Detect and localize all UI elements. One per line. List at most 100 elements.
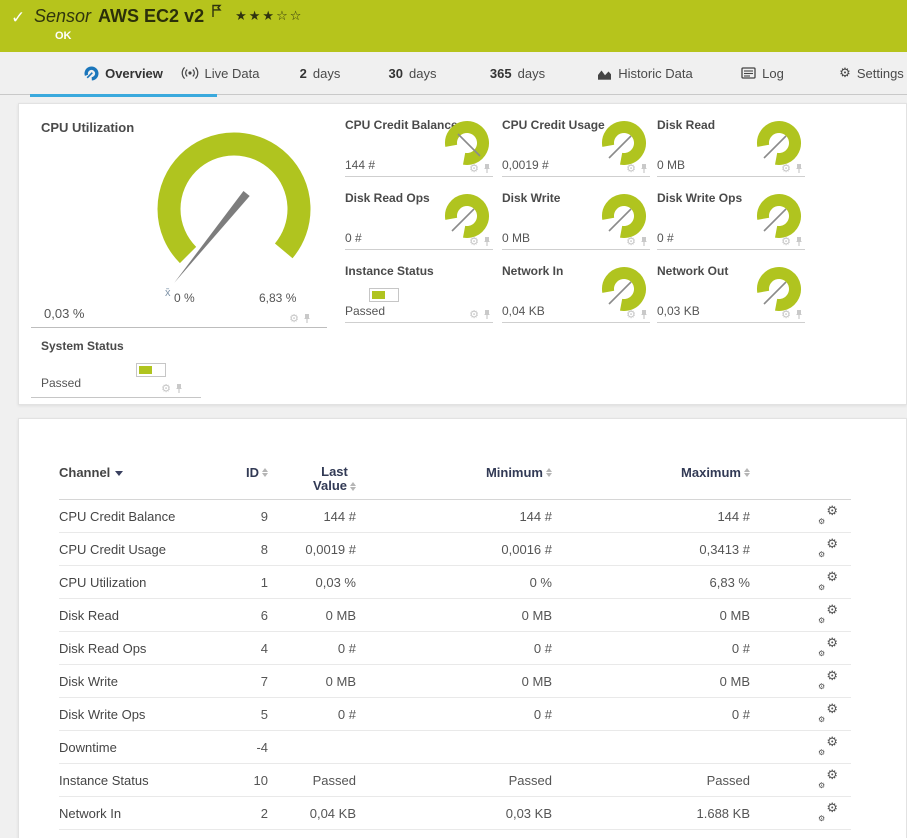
pin-icon[interactable] (483, 309, 491, 320)
cell-minimum: 0 MB (521, 673, 552, 689)
cell-last-value: 0 MB (325, 673, 356, 689)
tile-disk-read-ops[interactable]: Disk Read Ops 0 # ⚙ (345, 187, 493, 250)
tab-365-days[interactable]: 365 days (470, 52, 565, 94)
cell-id: 1 (260, 574, 268, 590)
pin-icon[interactable] (303, 313, 311, 324)
flag-icon[interactable] (211, 4, 222, 23)
small-gauge (602, 194, 646, 238)
channel-gear-icon[interactable]: ⚙ (626, 236, 636, 247)
tab-2-days[interactable]: 2 days (280, 52, 360, 94)
tile-icons: ⚙ (469, 236, 491, 247)
tile-cpu-utilization[interactable]: CPU Utilization x̄ 0 % 6,83 % 0,03 % ⚙ (31, 110, 327, 328)
cell-channel: Instance Status (59, 772, 149, 788)
sensor-status-badge: OK (55, 30, 72, 42)
cell-maximum: 0 MB (719, 673, 750, 689)
tab-365-days-number: 365 (489, 65, 512, 81)
tile-disk-write[interactable]: Disk Write 0 MB ⚙ (502, 187, 650, 250)
channel-settings-icon[interactable]: ⚙ ⚙ (818, 505, 838, 526)
tab-settings[interactable]: ⚙ Settings (833, 52, 907, 94)
tab-30-days[interactable]: 30 days (370, 52, 455, 94)
header-channel[interactable]: Channel (59, 459, 229, 480)
tab-live-data[interactable]: Live Data (160, 52, 280, 94)
cell-channel: CPU Credit Balance (59, 508, 176, 524)
status-indicator (369, 288, 399, 302)
table-row: Disk Write 7 0 MB 0 MB 0 MB ⚙ ⚙ (59, 665, 851, 698)
channel-settings-icon[interactable]: ⚙ ⚙ (818, 538, 838, 559)
pin-icon[interactable] (483, 236, 491, 247)
channel-settings-icon[interactable]: ⚙ ⚙ (818, 802, 838, 823)
cell-maximum: 0 MB (719, 607, 750, 623)
stars-empty: ☆☆ (276, 9, 304, 24)
channel-gear-icon[interactable]: ⚙ (469, 309, 479, 320)
cell-last-value: 0 # (337, 706, 356, 722)
pin-icon[interactable] (795, 163, 803, 174)
channel-gear-icon[interactable]: ⚙ (626, 163, 636, 174)
channel-gear-icon[interactable]: ⚙ (781, 236, 791, 247)
tile-instance-status[interactable]: Instance Status Passed ⚙ (345, 260, 493, 323)
tab-30-days-number: 30 (388, 65, 403, 81)
cell-last-value: 0,0019 # (305, 541, 356, 557)
tile-system-status[interactable]: System Status Passed ⚙ (31, 332, 201, 398)
tile-cpu-credit-usage[interactable]: CPU Credit Usage 0,0019 # ⚙ (502, 114, 650, 177)
tile-network-in[interactable]: Network In 0,04 KB ⚙ (502, 260, 650, 323)
tile-icons: ⚙ (626, 236, 648, 247)
cell-id: 2 (260, 805, 268, 821)
table-row: Disk Read 6 0 MB 0 MB 0 MB ⚙ ⚙ (59, 599, 851, 632)
cell-last-value: 0 MB (325, 607, 356, 623)
sort-icon (350, 481, 356, 491)
tile-disk-read[interactable]: Disk Read 0 MB ⚙ (657, 114, 805, 177)
cell-minimum: 0,03 KB (505, 805, 552, 821)
header-channel-label: Channel (59, 465, 111, 480)
tile-icons: ⚙ (289, 313, 311, 324)
channel-gear-icon[interactable]: ⚙ (626, 309, 636, 320)
tab-historic-data[interactable]: Historic Data (580, 52, 710, 94)
channel-settings-icon[interactable]: ⚙ ⚙ (818, 571, 838, 592)
tile-title: CPU Credit Balance (345, 118, 458, 132)
channel-settings-icon[interactable]: ⚙ ⚙ (818, 769, 838, 790)
tile-disk-write-ops[interactable]: Disk Write Ops 0 # ⚙ (657, 187, 805, 250)
sensor-kind-label: Sensor (34, 6, 92, 26)
header-minimum[interactable]: Minimum (486, 459, 552, 480)
header-last-label: Last (321, 464, 348, 479)
cell-channel: Disk Write (59, 673, 118, 689)
channel-gear-icon[interactable]: ⚙ (289, 313, 299, 324)
header-maximum-label: Maximum (681, 465, 741, 480)
channel-settings-icon[interactable]: ⚙ ⚙ (818, 604, 838, 625)
pin-icon[interactable] (640, 236, 648, 247)
header-minimum-label: Minimum (485, 465, 543, 480)
channel-settings-icon[interactable]: ⚙ ⚙ (818, 703, 838, 724)
header-id[interactable]: ID (246, 459, 268, 480)
channel-gear-icon[interactable]: ⚙ (469, 236, 479, 247)
channel-gear-icon[interactable]: ⚙ (781, 309, 791, 320)
gauge-icon (84, 65, 99, 81)
pin-icon[interactable] (640, 163, 648, 174)
small-gauge (445, 194, 489, 238)
cell-maximum: 0,3413 # (699, 541, 750, 557)
channel-settings-icon[interactable]: ⚙ ⚙ (818, 637, 838, 658)
pin-icon[interactable] (795, 309, 803, 320)
sort-icon (744, 468, 750, 477)
header-maximum[interactable]: Maximum (681, 459, 750, 480)
priority-stars[interactable]: ★★★☆☆ (235, 9, 303, 24)
pin-icon[interactable] (483, 163, 491, 174)
tile-icons: ⚙ (626, 163, 648, 174)
channel-gear-icon[interactable]: ⚙ (781, 163, 791, 174)
pin-icon[interactable] (640, 309, 648, 320)
tile-title: Instance Status (345, 264, 434, 278)
channel-gear-icon[interactable]: ⚙ (161, 383, 171, 394)
table-row: Instance Status 10 Passed Passed Passed … (59, 764, 851, 797)
cell-minimum: 0 # (533, 640, 552, 656)
tile-title: Network In (502, 264, 564, 278)
channel-gear-icon[interactable]: ⚙ (469, 163, 479, 174)
channel-settings-icon[interactable]: ⚙ ⚙ (818, 736, 838, 757)
header-last-value[interactable]: Last Value (313, 459, 356, 493)
cell-last-value: 0,03 % (315, 574, 356, 590)
pin-icon[interactable] (175, 383, 183, 394)
cell-minimum: Passed (508, 772, 552, 788)
tile-cpu-credit-balance[interactable]: CPU Credit Balance 144 # ⚙ (345, 114, 493, 177)
tab-log[interactable]: Log (725, 52, 800, 94)
cell-minimum: 0 % (529, 574, 552, 590)
channel-settings-icon[interactable]: ⚙ ⚙ (818, 670, 838, 691)
tile-network-out[interactable]: Network Out 0,03 KB ⚙ (657, 260, 805, 323)
pin-icon[interactable] (795, 236, 803, 247)
